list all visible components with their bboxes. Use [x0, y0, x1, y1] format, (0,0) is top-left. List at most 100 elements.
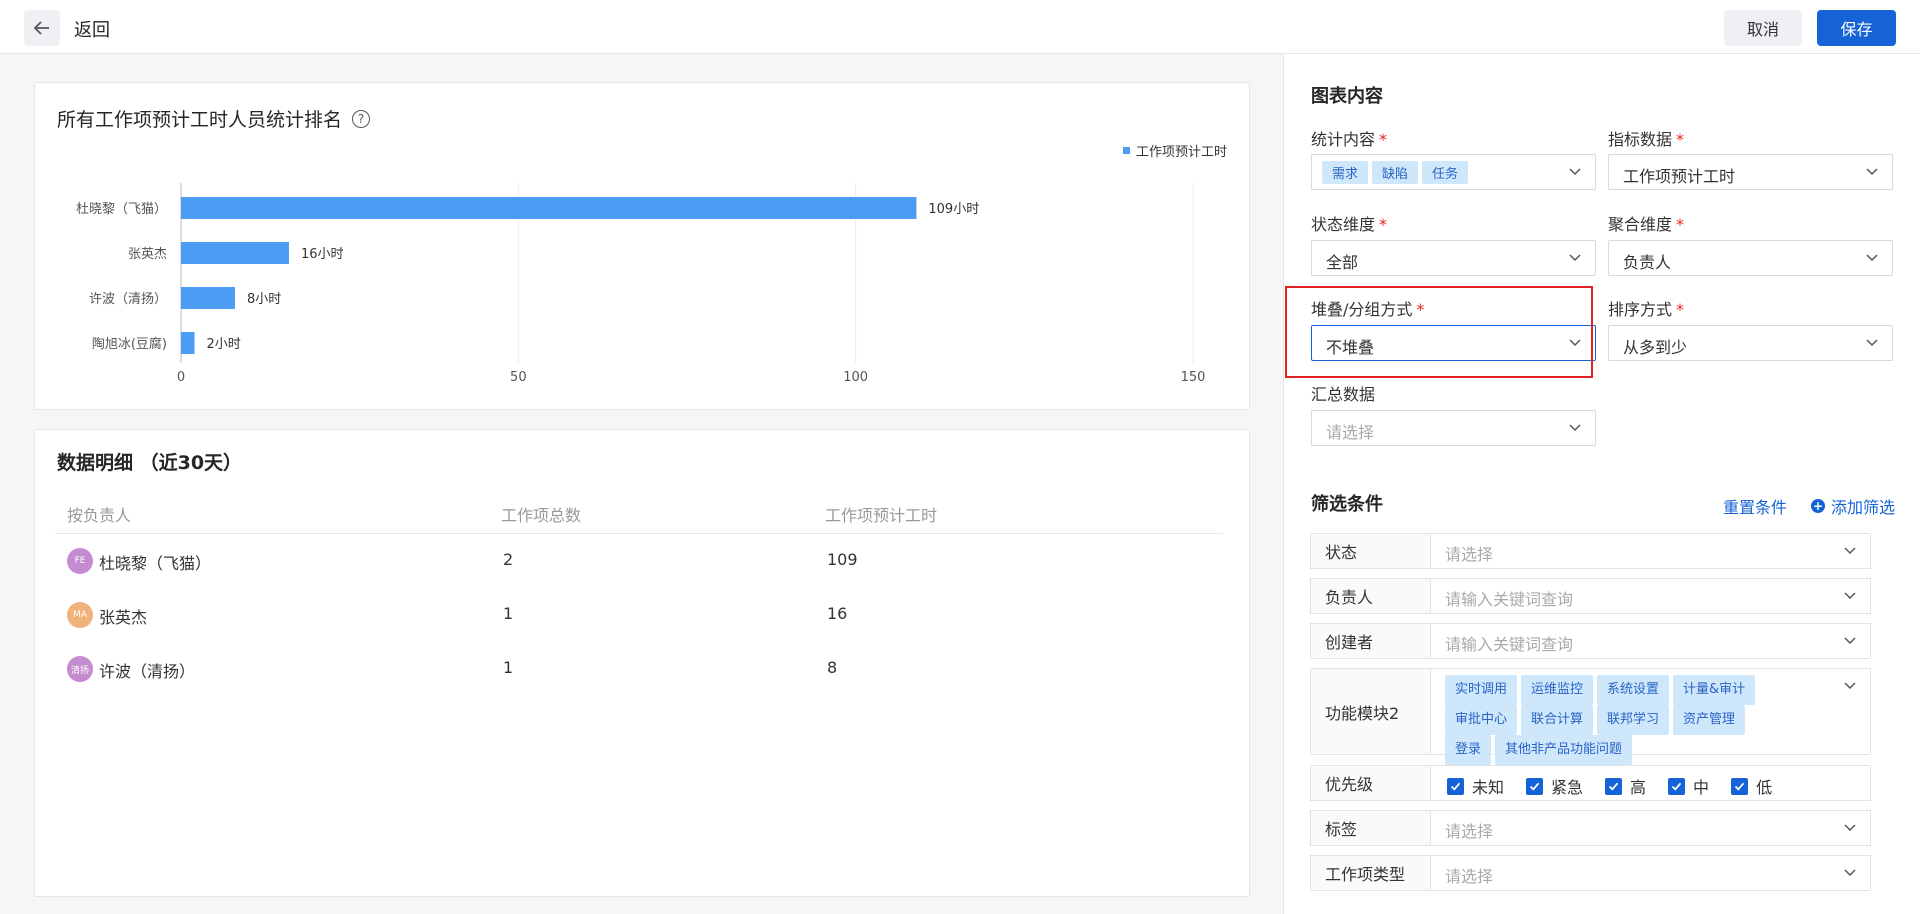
- chart-title-text: 所有工作项预计工时人员统计排名: [57, 109, 343, 131]
- chevron-down-icon: [1569, 424, 1581, 432]
- tag-defect[interactable]: 缺陷: [1372, 161, 1419, 184]
- chevron-down-icon: [1569, 254, 1581, 262]
- table-row: MA 张英杰 1 16: [55, 588, 1223, 642]
- filter-section-title: 筛选条件: [1311, 494, 1383, 515]
- filter-placeholder: 请输入关键词查询: [1445, 590, 1574, 609]
- agg-dim-select[interactable]: 负责人: [1608, 240, 1893, 276]
- tag-task[interactable]: 任务: [1422, 161, 1469, 184]
- module-tag[interactable]: 审批中心: [1445, 705, 1518, 735]
- status-dim-select[interactable]: 全部: [1311, 240, 1596, 276]
- module-tag[interactable]: 登录: [1445, 735, 1492, 765]
- row-owner: 杜晓黎（飞猫）: [99, 554, 212, 573]
- add-filter-link[interactable]: + 添加筛选: [1811, 494, 1895, 518]
- chart-legend[interactable]: 工作项预计工时: [1122, 141, 1227, 160]
- status-dim-value: 全部: [1326, 253, 1359, 272]
- row-hours: 16: [827, 604, 848, 623]
- legend-swatch: [1122, 147, 1130, 154]
- bar-chart: 0 50 100 150 杜晓黎（飞猫） 109小时张英杰 16小时许波（清扬） 8小时陶旭冰…: [76, 183, 1205, 383]
- priority-option[interactable]: 高: [1605, 774, 1646, 798]
- col-owner: 按负责人: [67, 506, 132, 525]
- module-tag[interactable]: 系统设置: [1597, 675, 1670, 705]
- module-tag[interactable]: 其他非产品功能问题: [1495, 735, 1633, 765]
- filter-placeholder: 请选择: [1445, 867, 1494, 886]
- data-label: 16小时: [301, 247, 344, 262]
- filter-name: 工作项类型: [1311, 856, 1431, 890]
- row-owner: 许波（清扬）: [99, 662, 196, 681]
- x-tick-label: 0: [177, 370, 185, 383]
- status-dim-label: 状态维度 *: [1311, 215, 1388, 234]
- checkbox-checked-icon[interactable]: [1668, 777, 1686, 795]
- col-hours: 工作项预计工时: [825, 506, 938, 525]
- chevron-down-icon: [1844, 682, 1856, 690]
- filter-status[interactable]: 状态 请选择: [1310, 533, 1871, 569]
- plus-circle-icon: +: [1811, 499, 1825, 513]
- stat-content-label: 统计内容 *: [1311, 130, 1388, 149]
- filter-type[interactable]: 工作项类型 请选择: [1310, 855, 1871, 891]
- filter-name: 标签: [1311, 811, 1431, 845]
- module-tag[interactable]: 联合计算: [1521, 705, 1594, 735]
- filter-owner[interactable]: 负责人 请输入关键词查询: [1310, 578, 1871, 614]
- checkbox-checked-icon[interactable]: [1605, 777, 1623, 795]
- checkbox-checked-icon[interactable]: [1526, 777, 1544, 795]
- module-tag[interactable]: 联邦学习: [1597, 705, 1670, 735]
- chevron-down-icon: [1844, 824, 1856, 832]
- priority-option[interactable]: 低: [1731, 774, 1772, 798]
- filter-priority: 优先级 未知 紧急 高 中 低: [1310, 765, 1871, 801]
- chevron-down-icon: [1569, 168, 1581, 176]
- module-tags: 实时调用 运维监控 系统设置 计量&审计 审批中心 联合计算 联邦学习 资产管理 登录 其他非…: [1445, 675, 1805, 765]
- priority-option[interactable]: 未知: [1447, 774, 1504, 798]
- module-tag[interactable]: 计量&审计: [1673, 675, 1756, 705]
- tag-requirement[interactable]: 需求: [1322, 161, 1369, 184]
- priority-checks: 未知 紧急 高 中 低: [1447, 774, 1772, 798]
- sort-value: 从多到少: [1623, 338, 1688, 357]
- metric-value: 工作项预计工时: [1623, 167, 1736, 186]
- metric-select[interactable]: 工作项预计工时: [1608, 154, 1893, 190]
- filter-module[interactable]: 功能模块2 实时调用 运维监控 系统设置 计量&审计 审批中心 联合计算 联邦学习 资产管理…: [1310, 668, 1871, 765]
- filter-placeholder: 请选择: [1445, 545, 1494, 564]
- category-label: 许波（清扬）: [89, 292, 167, 307]
- x-tick-label: 100: [843, 370, 868, 383]
- sort-select[interactable]: 从多到少: [1608, 325, 1893, 361]
- filter-creator[interactable]: 创建者 请输入关键词查询: [1310, 623, 1871, 659]
- category-label: 张英杰: [128, 247, 167, 262]
- bar: [181, 287, 235, 309]
- avatar: 清扬: [67, 656, 93, 682]
- row-owner: 张英杰: [99, 608, 148, 627]
- top-bar: 返回 取消 保存: [0, 0, 1920, 54]
- help-icon[interactable]: ?: [352, 109, 371, 128]
- detail-card: 数据明细 （近30天） 按负责人 工作项总数 工作项预计工时 FE 杜晓黎（飞猫…: [34, 429, 1250, 897]
- module-tag[interactable]: 实时调用: [1445, 675, 1518, 705]
- avatar: MA: [67, 602, 93, 628]
- cancel-button[interactable]: 取消: [1724, 10, 1802, 46]
- row-hours: 8: [827, 658, 838, 677]
- filter-placeholder: 请选择: [1445, 822, 1494, 841]
- save-button[interactable]: 保存: [1817, 10, 1896, 46]
- module-tag[interactable]: 运维监控: [1521, 675, 1594, 705]
- filter-name: 创建者: [1311, 624, 1431, 658]
- bar: [181, 197, 917, 219]
- chevron-down-icon: [1866, 254, 1878, 262]
- reset-filters-link[interactable]: 重置条件: [1723, 494, 1787, 518]
- module-tag[interactable]: 资产管理: [1673, 705, 1746, 735]
- stat-content-select[interactable]: 需求 缺陷 任务: [1311, 154, 1596, 190]
- metric-label: 指标数据 *: [1608, 130, 1685, 149]
- checkbox-checked-icon[interactable]: [1447, 777, 1464, 795]
- priority-option[interactable]: 紧急: [1526, 774, 1583, 798]
- back-button[interactable]: [24, 10, 60, 46]
- chart-card: 所有工作项预计工时人员统计排名 ? 工作项预计工时 0 50 100 150 杜晓黎（飞…: [34, 82, 1250, 410]
- back-label[interactable]: 返回: [74, 16, 110, 42]
- data-label: 109小时: [928, 202, 979, 217]
- priority-option[interactable]: 中: [1668, 774, 1709, 798]
- summary-select[interactable]: 请选择: [1311, 410, 1596, 446]
- col-count: 工作项总数: [501, 506, 582, 525]
- filter-tags[interactable]: 标签 请选择: [1310, 810, 1871, 846]
- row-hours: 109: [827, 550, 858, 569]
- chart-title: 所有工作项预计工时人员统计排名 ?: [57, 105, 371, 132]
- table-row: 清扬 许波（清扬） 1 8: [55, 642, 1223, 696]
- checkbox-checked-icon[interactable]: [1731, 777, 1749, 795]
- highlight-box: [1285, 286, 1593, 378]
- avatar: FE: [67, 548, 93, 574]
- filter-name: 负责人: [1311, 579, 1431, 613]
- chevron-down-icon: [1866, 339, 1878, 347]
- summary-label: 汇总数据: [1311, 385, 1376, 404]
